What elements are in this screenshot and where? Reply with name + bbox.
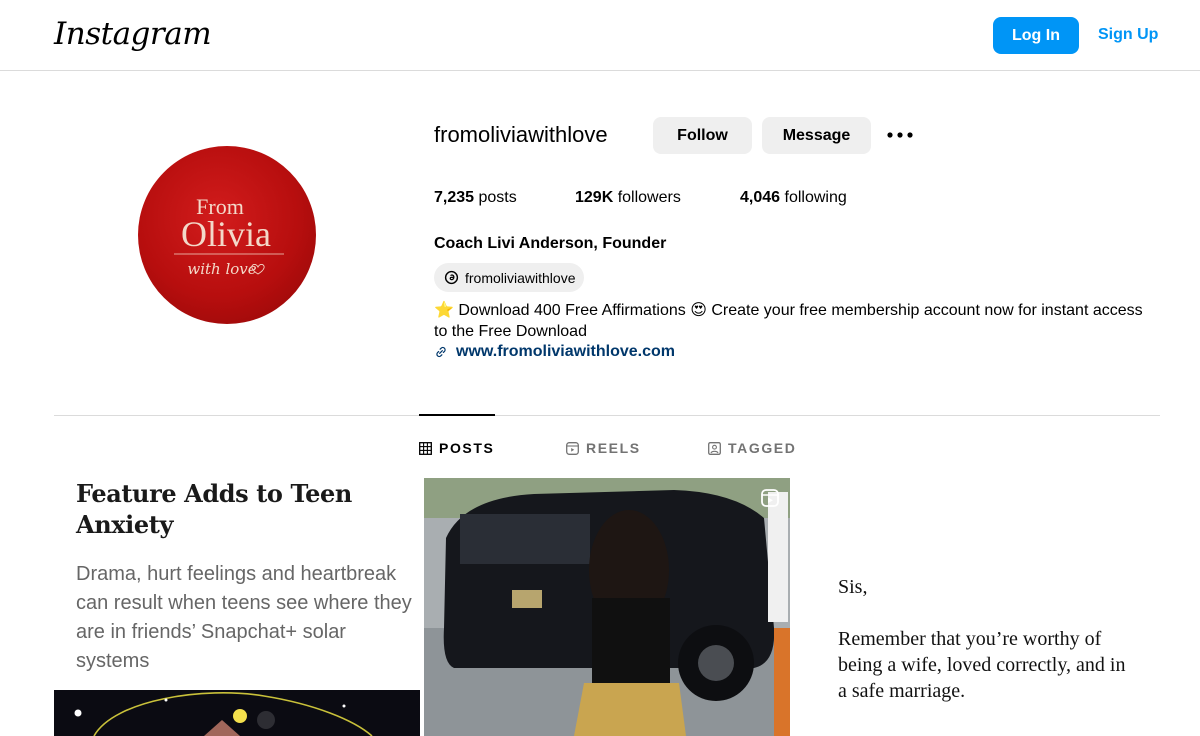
post-tile-quote[interactable]: Sis, Remember that you’re worthy of bein… [794, 478, 1160, 736]
grid-icon [419, 441, 432, 455]
top-nav: Instagram Log In Sign Up [0, 0, 1200, 71]
more-dots-icon[interactable] [886, 125, 914, 145]
avatar-text-with-love: with love [187, 260, 256, 278]
message-button[interactable]: Message [762, 117, 871, 154]
reel-icon [761, 489, 779, 507]
post-reel-thumbnail [424, 478, 790, 736]
website-link[interactable]: www.fromoliviawithlove.com [456, 343, 675, 361]
login-button[interactable]: Log In [993, 17, 1079, 54]
tabs-divider [54, 415, 1160, 416]
threads-icon [444, 270, 459, 285]
threads-handle: fromoliviawithlove [465, 269, 576, 286]
profile-username: fromoliviawithlove [434, 122, 608, 147]
follow-button[interactable]: Follow [653, 117, 752, 154]
active-tab-indicator [419, 414, 495, 416]
instagram-logo[interactable]: Instagram [54, 16, 212, 52]
followers-count[interactable]: 129K followers [575, 189, 681, 207]
tab-reels[interactable]: REELS [566, 440, 641, 456]
reels-icon [566, 441, 579, 455]
threads-badge[interactable]: fromoliviawithlove [434, 263, 585, 292]
tab-posts[interactable]: POSTS [419, 440, 494, 456]
post-article-body: Drama, hurt feelings and heartbreak can … [76, 563, 412, 672]
following-count-value: 4,046 [740, 189, 781, 206]
following-count-label: following [784, 189, 847, 206]
posts-count: 7,235 posts [434, 189, 517, 207]
tab-reels-label: REELS [586, 440, 641, 456]
tagged-icon [708, 441, 721, 455]
posts-count-value: 7,235 [434, 189, 475, 206]
tab-tagged[interactable]: TAGGED [708, 440, 796, 456]
profile-full-name: Coach Livi Anderson, Founder [434, 235, 667, 252]
followers-count-value: 129K [575, 189, 614, 206]
post-tile-article[interactable]: Feature Adds to Teen Anxiety Drama, hurt… [54, 470, 420, 736]
post-tile-reel[interactable] [424, 478, 790, 736]
link-icon [436, 346, 446, 358]
post-quote-message: Remember that you’re worthy of being a w… [838, 628, 1126, 702]
following-count[interactable]: 4,046 following [740, 189, 847, 207]
posts-count-label: posts [478, 189, 517, 206]
profile-bio: ⭐ Download 400 Free Affirmations 😍 Creat… [434, 302, 1143, 340]
followers-count-label: followers [617, 189, 681, 206]
post-article-title: Feature Adds to Teen Anxiety [76, 479, 352, 539]
profile-avatar[interactable]: From Olivia with love [138, 146, 316, 324]
website-row: www.fromoliviawithlove.com [434, 343, 675, 361]
post-article-illustration [54, 690, 420, 736]
avatar-logo-art: From Olivia with love [174, 194, 284, 278]
post-quote-greeting: Sis, [838, 576, 868, 598]
tab-tagged-label: TAGGED [728, 440, 797, 456]
avatar-text-olivia: Olivia [181, 214, 271, 254]
signup-link[interactable]: Sign Up [1098, 26, 1158, 44]
tab-posts-label: POSTS [439, 440, 495, 456]
post-quote-text: Sis, Remember that you’re worthy of bein… [838, 574, 1138, 704]
